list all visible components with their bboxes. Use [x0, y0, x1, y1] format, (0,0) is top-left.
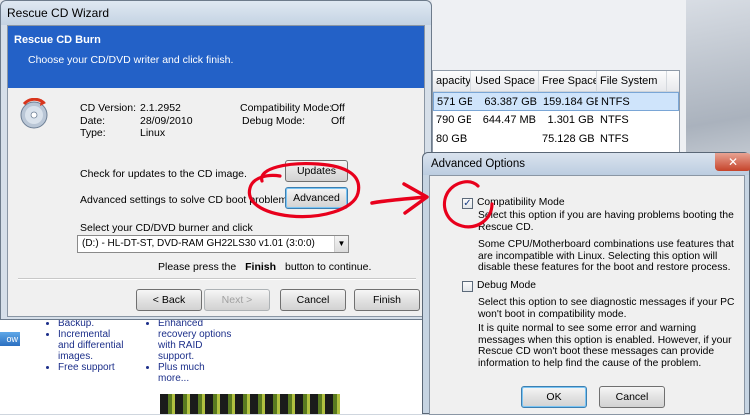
column-file-system[interactable]: File System — [597, 71, 667, 91]
debug-mode-desc-2: It is quite normal to see some error and… — [478, 323, 732, 369]
compat-mode-value: Off — [331, 102, 345, 114]
debug-mode-checkbox[interactable] — [462, 281, 473, 292]
cancel-button[interactable]: Cancel — [280, 289, 346, 311]
compat-mode-checkbox[interactable]: ✓ — [462, 198, 473, 209]
advanced-client: ✓ Compatibility Mode Select this option … — [429, 175, 745, 415]
close-icon[interactable]: ✕ — [715, 153, 750, 171]
checkmark-icon: ✓ — [463, 198, 472, 209]
mode-labels: Compatibility Mode: Debug Mode: — [240, 102, 332, 127]
partition-table: apacity Used Space Free Space File Syste… — [432, 70, 680, 154]
type-label: Type: — [80, 127, 106, 139]
updates-button[interactable]: Updates — [285, 160, 348, 182]
debug-mode-desc-1: Select this option to see diagnostic mes… — [478, 297, 735, 320]
compat-mode-desc-1: Select this option if you are having pro… — [478, 210, 734, 233]
press-finish-bold: Finish — [245, 261, 277, 273]
date-label: Date: — [80, 114, 106, 127]
cell-used — [471, 130, 539, 149]
cd-info-values: 2.1.2952 28/09/2010 Linux — [140, 102, 193, 140]
next-button[interactable]: Next > — [204, 289, 270, 311]
wizard-header-title: Rescue CD Burn — [14, 34, 101, 46]
partition-table-header: apacity Used Space Free Space File Syste… — [433, 71, 679, 92]
cd-version-value: 2.1.2952 — [140, 102, 181, 114]
cell-capacity: 571 GB — [437, 96, 472, 108]
advanced-options-dialog: Advanced Options ✕ ✓ Compatibility Mode … — [422, 152, 750, 415]
chevron-down-icon[interactable]: ▼ — [334, 236, 348, 252]
cell-capacity: 790 GB — [436, 114, 471, 126]
cell-fs: NTFS — [600, 114, 629, 126]
feature-list-1: Backup. Incremental and differential ima… — [46, 318, 126, 373]
cell-free: 159.184 GB — [543, 96, 598, 108]
list-item: Enhanced recovery options with RAID supp… — [158, 318, 236, 362]
advanced-titlebar[interactable]: Advanced Options — [423, 153, 749, 175]
list-item: Free support — [58, 362, 126, 373]
compat-mode-label: Compatibility Mode: — [240, 102, 333, 114]
press-suffix: button to continue. — [284, 261, 372, 273]
wizard-header-subtitle: Choose your CD/DVD writer and click fini… — [28, 54, 234, 66]
divider — [18, 278, 416, 280]
cell-free: 75.128 GB — [542, 133, 595, 145]
cell-used: 63.387 GB — [484, 96, 537, 108]
updates-text: Check for updates to the CD image. — [80, 168, 247, 180]
column-free-space[interactable]: Free Space — [539, 71, 597, 91]
advanced-cancel-button[interactable]: Cancel — [599, 386, 665, 408]
table-row[interactable]: 80 GB 75.128 GB NTFS — [433, 130, 679, 149]
wizard-titlebar[interactable]: Rescue CD Wizard — [1, 1, 431, 25]
compat-mode-checkbox-label[interactable]: Compatibility Mode — [477, 197, 565, 208]
press-finish-text: Please press the Finish button to contin… — [158, 261, 371, 273]
table-row[interactable]: 571 GB 63.387 GB 159.184 GB NTFS — [433, 92, 679, 111]
ok-button[interactable]: OK — [521, 386, 587, 408]
burner-select[interactable]: (D:) - HL-DT-ST, DVD-RAM GH22LS30 v1.01 … — [77, 235, 349, 253]
rescue-cd-wizard-window: Rescue CD Wizard Rescue CD Burn Choose y… — [0, 0, 432, 320]
advanced-text: Advanced settings to solve CD boot probl… — [80, 194, 296, 206]
column-used-space[interactable]: Used Space — [471, 71, 539, 91]
wizard-client: Rescue CD Burn Choose your CD/DVD writer… — [7, 25, 425, 317]
finish-button[interactable]: Finish — [354, 289, 420, 311]
type-value: Linux — [140, 127, 166, 139]
cd-icon — [20, 98, 48, 129]
cell-free: 1.301 GB — [547, 114, 594, 126]
cd-version-label: CD Version: — [80, 102, 137, 114]
column-capacity[interactable]: apacity — [433, 71, 471, 91]
burner-prompt: Select your CD/DVD burner and click — [80, 222, 253, 234]
date-value: 28/09/2010 — [140, 114, 193, 127]
mode-values: Off Off — [331, 102, 345, 127]
debug-mode-value: Off — [331, 114, 345, 127]
debug-mode-label: Debug Mode: — [242, 114, 306, 127]
banner-image — [160, 394, 340, 414]
compat-mode-desc-2: Some CPU/Motherboard combinations use fe… — [478, 239, 734, 273]
cd-info-labels: CD Version: Date: Type: — [80, 102, 136, 140]
table-row[interactable]: 790 GB 644.47 MB 1.301 GB NTFS — [433, 111, 679, 130]
list-item: Incremental and differential images. — [58, 329, 126, 362]
cell-capacity: 80 GB — [436, 133, 468, 145]
back-button[interactable]: < Back — [136, 289, 202, 311]
cell-fs: NTFS — [600, 133, 629, 145]
debug-mode-checkbox-label[interactable]: Debug Mode — [477, 280, 536, 291]
advanced-button[interactable]: Advanced — [285, 187, 348, 209]
cell-used: 644.47 MB — [482, 114, 536, 126]
view-button[interactable]: ow — [0, 332, 20, 346]
cell-fs: NTFS — [601, 96, 630, 108]
press-prefix: Please press the — [158, 261, 237, 273]
feature-list-2: Enhanced recovery options with RAID supp… — [146, 318, 236, 384]
wizard-header: Rescue CD Burn Choose your CD/DVD writer… — [8, 26, 424, 88]
list-item: Plus much more... — [158, 362, 236, 384]
burner-selected-value: (D:) - HL-DT-ST, DVD-RAM GH22LS30 v1.01 … — [82, 238, 315, 249]
